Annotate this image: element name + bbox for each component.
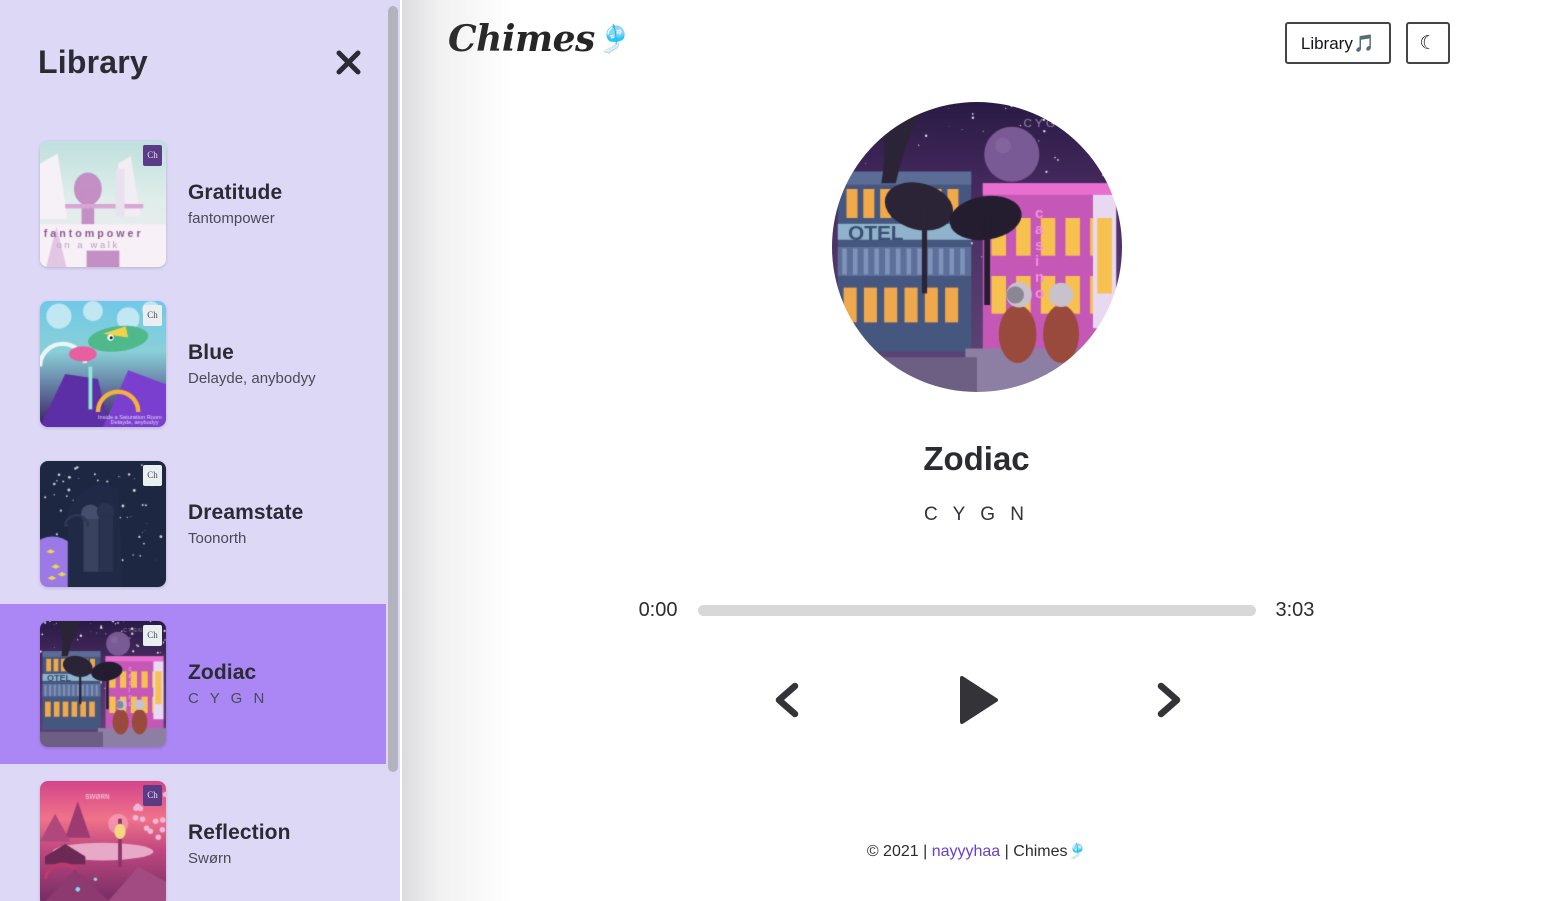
library-song-item[interactable]: Ch Gratitude fantompower <box>0 124 400 284</box>
library-song-item[interactable]: Ch Zodiac C Y G N <box>0 604 400 764</box>
song-meta: Dreamstate Toonorth <box>188 501 303 547</box>
play-button[interactable] <box>953 674 1001 726</box>
close-icon[interactable] <box>328 42 368 82</box>
next-track-button[interactable] <box>1151 680 1185 720</box>
library-song-item[interactable]: Ch Dreamstate Toonorth <box>0 444 400 604</box>
now-playing-title: Zodiac <box>923 440 1030 477</box>
crescent-moon-icon: ☾ <box>1419 32 1437 54</box>
music-note-icon: 🎵 <box>1353 33 1375 53</box>
song-title: Reflection <box>188 821 291 844</box>
chillhop-badge-icon: Ch <box>143 305 162 326</box>
dark-mode-toggle-button[interactable]: ☾ <box>1406 22 1450 64</box>
chillhop-badge-icon: Ch <box>143 785 162 806</box>
now-playing-artist: C Y G N <box>923 504 1030 525</box>
song-title: Dreamstate <box>188 501 304 524</box>
song-artist: C Y G N <box>188 690 268 707</box>
song-album-art: Ch <box>40 461 166 587</box>
song-album-art: Ch <box>40 621 166 747</box>
footer-author-link[interactable]: nayyyhaa <box>932 843 1001 860</box>
song-artist: Swørn <box>188 850 232 867</box>
library-song-item[interactable]: Ch Blue Delayde, anybodyy <box>0 284 400 444</box>
sidebar-scrollbar-thumb[interactable] <box>388 6 398 772</box>
footer-brand: Chimes <box>1013 843 1068 860</box>
library-button-label: Library <box>1300 33 1353 53</box>
library-song-item[interactable]: Ch Reflection Swørn <box>0 764 400 901</box>
current-time-label: 0:00 <box>638 599 678 621</box>
song-artist: Delayde, anybodyy <box>188 370 316 387</box>
player-panel: Zodiac C Y G N 0:00 3:03 <box>400 90 1553 726</box>
cover-art-container <box>400 102 1553 392</box>
song-meta: Gratitude fantompower <box>188 181 282 227</box>
wind-chime-icon: 🎐 <box>1067 843 1087 860</box>
top-bar-actions: Library 🎵 ☾ <box>1284 22 1450 64</box>
chillhop-badge-icon: Ch <box>143 145 162 166</box>
app-logo[interactable]: Chimes 🎐 <box>448 18 631 60</box>
song-album-art: Ch <box>40 301 166 427</box>
wind-chime-icon: 🎐 <box>597 23 632 54</box>
page-title: Library <box>38 43 148 80</box>
footer-separator: | <box>1004 843 1009 860</box>
app-logo-text: Chimes <box>448 18 595 60</box>
song-album-art: Ch <box>40 781 166 901</box>
song-meta: Blue Delayde, anybodyy <box>188 341 316 387</box>
song-title: Gratitude <box>188 181 283 204</box>
footer: © 2021 | nayyyhaa | Chimes🎐 <box>400 842 1553 861</box>
progress-slider[interactable] <box>697 605 1256 616</box>
library-song-list: Ch Gratitude fantompower Ch Blue Delayde, any… <box>0 124 400 901</box>
footer-copyright: © 2021 | <box>866 843 928 860</box>
song-artist: fantompower <box>188 210 275 227</box>
previous-track-button[interactable] <box>769 680 803 720</box>
song-artist: Toonorth <box>188 530 247 547</box>
chillhop-badge-icon: Ch <box>143 465 162 486</box>
song-title: Blue <box>188 341 234 364</box>
sidebar-header: Library <box>0 0 400 124</box>
playback-controls <box>400 674 1553 726</box>
chillhop-badge-icon: Ch <box>143 625 162 646</box>
top-bar: Chimes 🎐 Library 🎵 ☾ <box>400 0 1553 90</box>
library-sidebar: Library Ch Gratitude fantompower Ch Blue Dela… <box>0 0 400 901</box>
library-toggle-button[interactable]: Library 🎵 <box>1284 22 1391 64</box>
album-cover-art <box>831 102 1122 392</box>
main-content: Chimes 🎐 Library 🎵 ☾ Zodiac C Y G N 0:00… <box>400 0 1553 901</box>
music-player-app: Chimes 🎐 Library 🎵 ☾ Zodiac C Y G N 0:00… <box>0 0 1553 901</box>
song-title: Zodiac <box>188 661 257 684</box>
song-meta: Reflection Swørn <box>188 821 291 867</box>
song-album-art: Ch <box>40 141 166 267</box>
total-time-label: 3:03 <box>1275 599 1315 621</box>
song-meta: Zodiac C Y G N <box>188 661 268 707</box>
progress-row: 0:00 3:03 <box>400 599 1553 622</box>
